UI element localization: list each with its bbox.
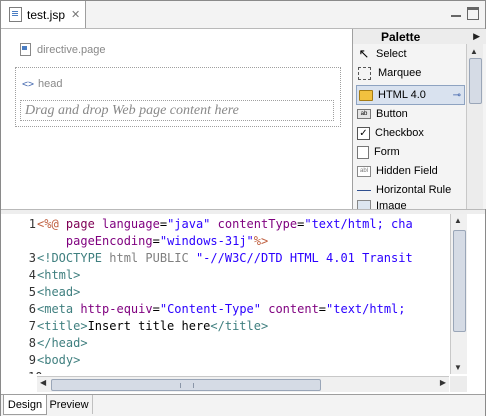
palette-item-label: Hidden Field: [376, 165, 438, 177]
scroll-corner: [450, 376, 467, 392]
palette-title: Palette: [381, 29, 421, 44]
scroll-up-icon[interactable]: ▲: [470, 47, 478, 56]
line-number: 7: [28, 319, 36, 333]
head-label: head: [38, 78, 63, 90]
directive-page-element[interactable]: directive.page: [20, 43, 106, 56]
source-horizontal-scrollbar[interactable]: ◀ ▶: [37, 376, 449, 392]
palette-drawer-html4[interactable]: HTML 4.0 ⊸: [356, 85, 465, 105]
pin-icon[interactable]: ⊸: [453, 90, 461, 101]
palette-item-label: Horizontal Rule: [376, 184, 452, 196]
editor-tab-bar: test.jsp ✕: [1, 1, 485, 29]
palette-panel: Palette ▶ ↖ Select Marquee HTML 4.0 ⊸ ab…: [352, 29, 486, 209]
palette-item-checkbox[interactable]: ✓ Checkbox: [357, 124, 463, 142]
source-vertical-scrollbar[interactable]: ▲ ▼: [450, 214, 467, 374]
folder-icon: [359, 89, 373, 101]
minimize-icon[interactable]: [450, 7, 462, 19]
line-text: <%@ page language="java" contentType="te…: [37, 217, 413, 231]
line-number: 5: [28, 285, 36, 299]
line-number: 3: [28, 251, 36, 265]
scroll-left-icon[interactable]: ◀: [40, 378, 46, 387]
source-code[interactable]: 1 <%@ page language="java" contentType="t…: [1, 216, 449, 374]
line-text: <meta http-equiv="Content-Type" content=…: [37, 302, 406, 316]
line-text: <html>: [37, 268, 81, 282]
palette-item-label: Image: [376, 200, 407, 209]
pointer-icon: ↖: [358, 46, 370, 61]
line-number: 6: [28, 302, 36, 316]
hidden-field-icon: abl: [357, 165, 371, 177]
palette-scroll-thumb[interactable]: [469, 58, 482, 104]
head-element[interactable]: <> head Drag and drop Web page content h…: [15, 67, 341, 127]
source-pane[interactable]: 1 <%@ page language="java" contentType="t…: [1, 214, 485, 394]
palette-tool-marquee[interactable]: Marquee: [357, 64, 463, 82]
horizontal-rule-icon: [357, 189, 371, 191]
line-number: 8: [28, 336, 36, 350]
scroll-right-icon[interactable]: ▶: [440, 378, 446, 387]
palette-item-horizontal-rule[interactable]: Horizontal Rule: [357, 181, 463, 199]
palette-item-label: Select: [376, 48, 407, 60]
palette-scrollbar[interactable]: ▲: [466, 44, 483, 209]
editor-window: test.jsp ✕ directive.page <> head Drag a…: [0, 0, 486, 416]
scroll-up-icon[interactable]: ▲: [454, 216, 462, 225]
tag-icon: <>: [22, 78, 35, 90]
vertical-scroll-thumb[interactable]: [453, 230, 466, 332]
line-text: <body>: [37, 353, 81, 367]
scroll-down-icon[interactable]: ▼: [454, 363, 462, 372]
palette-item-label: Marquee: [378, 67, 422, 79]
palette-collapse-icon[interactable]: ▶: [473, 31, 480, 42]
marquee-icon: [358, 66, 371, 80]
palette-item-label: Form: [374, 146, 400, 158]
editor-tab-title: test.jsp: [27, 7, 66, 22]
line-text: pageEncoding="windows-31j"%>: [65, 234, 269, 248]
line-text: <head>: [37, 285, 81, 299]
line-text: <!DOCTYPE html PUBLIC "-//W3C//DTD HTML …: [37, 251, 413, 265]
tab-preview[interactable]: Preview: [46, 395, 93, 414]
palette-item-form[interactable]: Form: [357, 143, 463, 161]
directive-label: directive.page: [37, 43, 106, 56]
line-number: 4: [28, 268, 36, 282]
line-number: 10: [28, 369, 42, 374]
directive-icon: [20, 43, 31, 56]
form-icon: [357, 145, 369, 159]
line-text: </head>: [37, 336, 88, 350]
maximize-icon[interactable]: [467, 7, 479, 20]
palette-drawer-label: HTML 4.0: [378, 89, 426, 101]
horizontal-scroll-thumb[interactable]: [51, 379, 321, 391]
palette-header: Palette ▶: [353, 29, 486, 44]
bottom-tab-bar: Design Preview: [1, 394, 485, 416]
line-text: <title>Insert title here</title>: [37, 319, 269, 333]
checkbox-icon: ✓: [357, 126, 370, 140]
line-number: 1: [28, 217, 36, 231]
line-number: 9: [28, 353, 36, 367]
palette-tool-select[interactable]: ↖ Select: [357, 45, 463, 63]
editor-tab[interactable]: test.jsp ✕: [1, 1, 86, 28]
button-icon: ab: [357, 109, 371, 119]
palette-item-button[interactable]: ab Button: [357, 105, 463, 123]
palette-item-image[interactable]: Image: [357, 200, 463, 209]
jsp-file-icon: [9, 7, 22, 22]
drop-zone[interactable]: Drag and drop Web page content here: [20, 100, 334, 121]
palette-item-label: Button: [376, 108, 408, 120]
palette-item-label: Checkbox: [375, 127, 424, 139]
image-icon: [357, 200, 371, 209]
close-tab-icon[interactable]: ✕: [71, 8, 80, 21]
tab-design[interactable]: Design: [3, 395, 47, 415]
design-pane[interactable]: directive.page <> head Drag and drop Web…: [1, 29, 351, 209]
palette-item-hidden-field[interactable]: abl Hidden Field: [357, 162, 463, 180]
